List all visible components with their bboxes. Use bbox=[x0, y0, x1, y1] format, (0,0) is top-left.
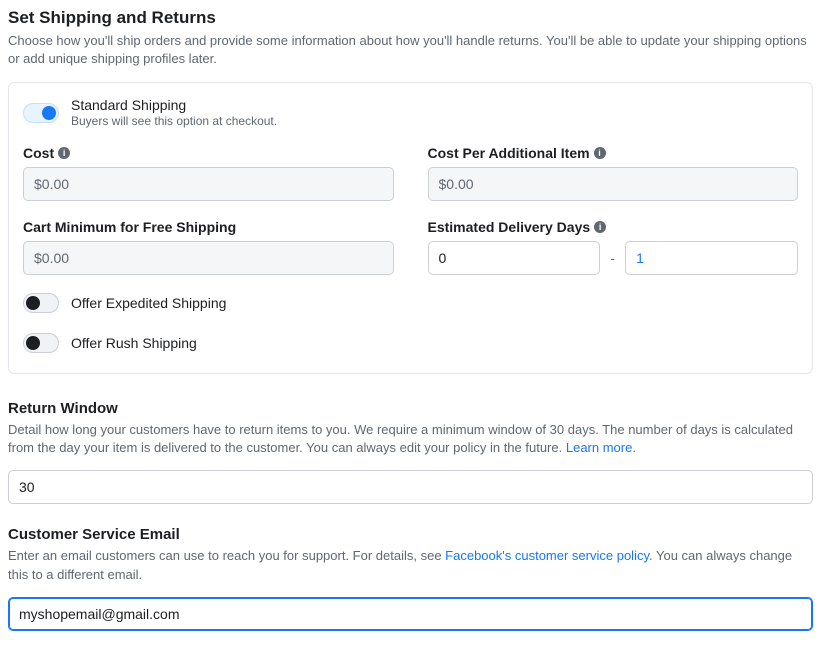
page-title: Set Shipping and Returns bbox=[8, 8, 813, 28]
delivery-from-input[interactable] bbox=[428, 241, 601, 275]
return-window-desc: Detail how long your customers have to r… bbox=[8, 421, 813, 459]
cost-input[interactable] bbox=[23, 167, 394, 201]
expedited-shipping-toggle[interactable] bbox=[23, 293, 59, 313]
expedited-shipping-label: Offer Expedited Shipping bbox=[71, 295, 226, 311]
rush-shipping-label: Offer Rush Shipping bbox=[71, 335, 197, 351]
standard-shipping-toggle[interactable] bbox=[23, 103, 59, 123]
info-icon[interactable]: i bbox=[58, 147, 70, 159]
delivery-to-input[interactable] bbox=[625, 241, 798, 275]
standard-shipping-label: Standard Shipping bbox=[71, 97, 277, 114]
page-description: Choose how you'll ship orders and provid… bbox=[8, 32, 813, 68]
customer-email-title: Customer Service Email bbox=[8, 526, 813, 543]
rush-shipping-toggle[interactable] bbox=[23, 333, 59, 353]
info-icon[interactable]: i bbox=[594, 147, 606, 159]
cost-per-additional-label: Cost Per Additional Item i bbox=[428, 145, 799, 161]
learn-more-link[interactable]: Learn more bbox=[566, 440, 632, 455]
customer-email-desc: Enter an email customers can use to reac… bbox=[8, 547, 813, 585]
cost-label: Cost i bbox=[23, 145, 394, 161]
shipping-card: Standard Shipping Buyers will see this o… bbox=[8, 82, 813, 373]
delivery-days-label: Estimated Delivery Days i bbox=[428, 219, 799, 235]
info-icon[interactable]: i bbox=[594, 221, 606, 233]
return-window-title: Return Window bbox=[8, 400, 813, 417]
standard-shipping-sub: Buyers will see this option at checkout. bbox=[71, 114, 277, 128]
customer-email-input[interactable] bbox=[8, 597, 813, 631]
customer-service-policy-link[interactable]: Facebook's customer service policy bbox=[445, 548, 649, 563]
cart-min-label: Cart Minimum for Free Shipping bbox=[23, 219, 394, 235]
range-separator: - bbox=[610, 250, 615, 266]
cost-per-additional-input[interactable] bbox=[428, 167, 799, 201]
return-window-input[interactable] bbox=[8, 470, 813, 504]
cart-min-input[interactable] bbox=[23, 241, 394, 275]
